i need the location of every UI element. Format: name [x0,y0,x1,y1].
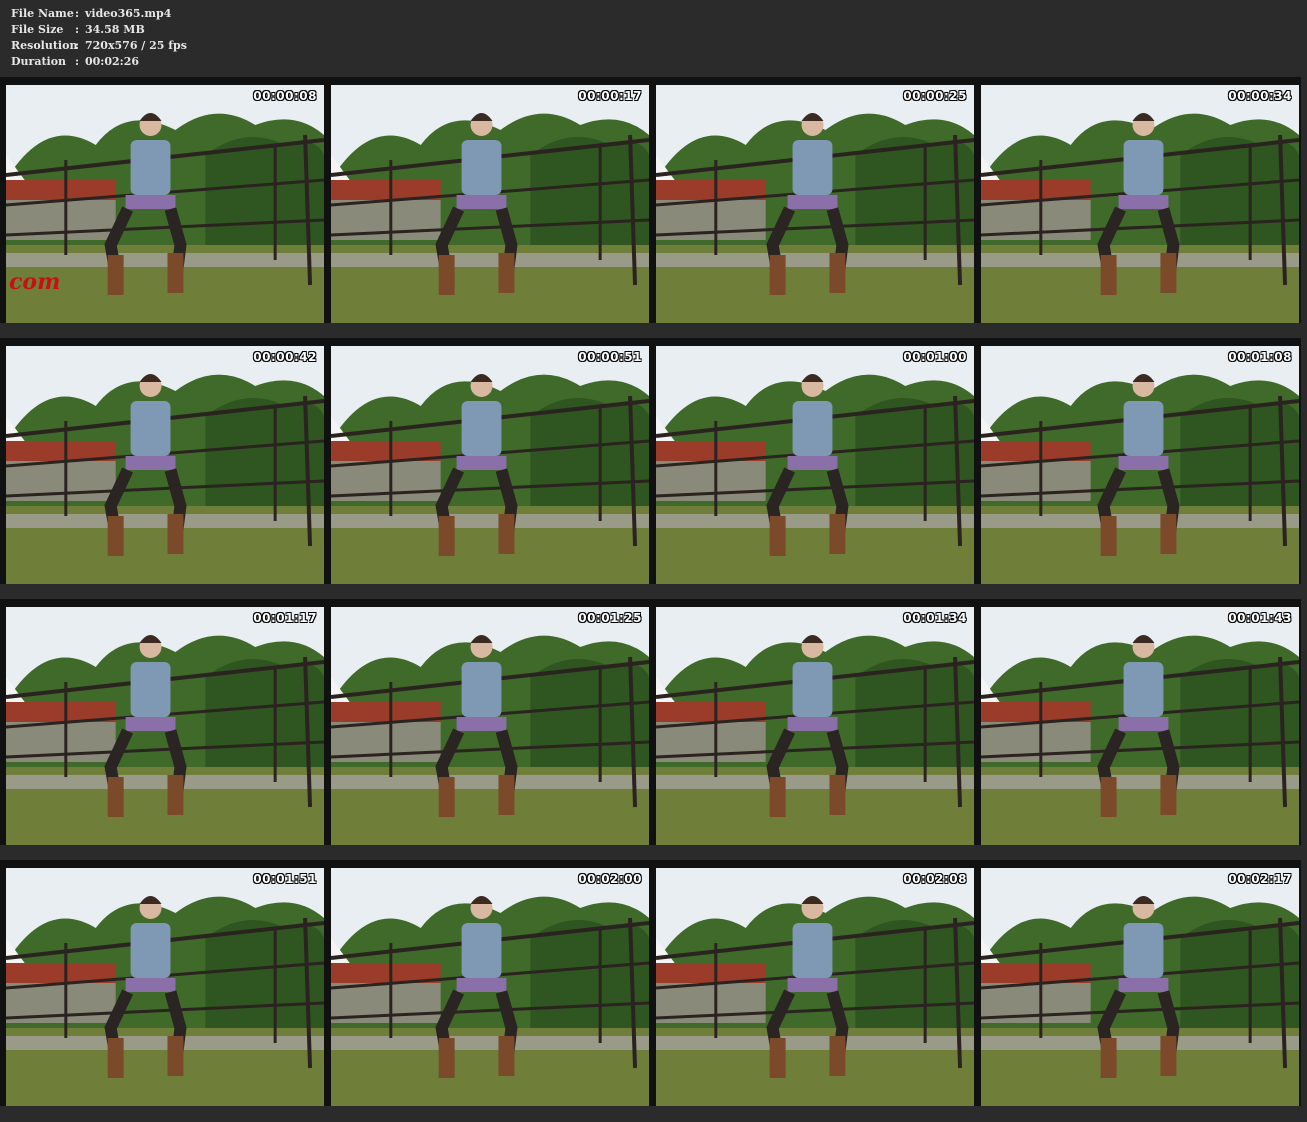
scene-image [656,346,974,584]
duration-label: Duration [11,55,67,68]
thumbnail-frame: 00:01:17 [6,607,325,845]
timestamp: 00:00:17 [578,89,642,103]
thumbnail-frame: 00:00:25 [656,85,975,323]
resolution-label: Resolution [11,39,78,52]
timestamp: 00:01:34 [903,611,967,625]
file-size-label: File Size [11,23,64,36]
scene-image [656,868,974,1106]
duration-value: 00:02:26 [85,55,140,68]
separator: : [75,7,80,20]
separator: : [75,55,80,68]
thumbnail-frame: 00:01:08 [981,346,1300,584]
scene-image [6,607,324,845]
thumbnail[interactable]: 00:01:08 [975,338,1301,584]
timestamp: 00:01:17 [253,611,317,625]
timestamp: 00:00:51 [578,350,642,364]
timestamp: 00:01:51 [253,872,317,886]
thumbnail[interactable]: 00:00:08 com [0,77,326,323]
scene-image [331,346,649,584]
thumbnail-frame: 00:01:51 [6,868,325,1106]
thumbnail-frame: 00:01:25 [331,607,650,845]
thumbnail-frame: 00:01:43 [981,607,1300,845]
resolution-row: Resolution : 720x576 / 25 fps [11,38,187,54]
scene-image [656,607,974,845]
timestamp: 00:01:00 [903,350,967,364]
scene-image [981,85,1299,323]
scene-image [331,868,649,1106]
scene-image [981,346,1299,584]
thumbnail[interactable]: 00:02:08 [650,860,976,1106]
scene-image [6,346,324,584]
thumbnail[interactable]: 00:01:17 [0,599,326,845]
scene-image [656,85,974,323]
thumbnail-frame: 00:02:17 [981,868,1300,1106]
file-info-header: File Name : video365.mp4 File Size : 34.… [11,6,187,70]
separator: : [75,23,80,36]
duration-row: Duration : 00:02:26 [11,54,187,70]
thumbnail-frame: 00:01:00 [656,346,975,584]
scene-image [331,607,649,845]
timestamp: 00:00:34 [1228,89,1292,103]
thumbnail[interactable]: 00:00:34 [975,77,1301,323]
thumbnail[interactable]: 00:01:43 [975,599,1301,845]
timestamp: 00:00:08 [253,89,317,103]
thumbnail-frame: 00:00:42 [6,346,325,584]
timestamp: 00:01:25 [578,611,642,625]
timestamp: 00:02:17 [1228,872,1292,886]
thumbnail-grid: 00:00:08 com 00:00:17 00:00:25 00:00:34 … [0,77,1307,1122]
thumbnail[interactable]: 00:00:17 [325,77,651,323]
thumbnail[interactable]: 00:01:25 [325,599,651,845]
scene-image [981,868,1299,1106]
file-size-row: File Size : 34.58 MB [11,22,187,38]
timestamp: 00:01:43 [1228,611,1292,625]
scene-image [331,85,649,323]
thumbnail[interactable]: 00:01:00 [650,338,976,584]
thumbnail-frame: 00:00:08 com [6,85,325,323]
thumbnail-frame: 00:01:34 [656,607,975,845]
watermark-text: com [9,269,61,295]
thumbnail[interactable]: 00:02:17 [975,860,1301,1106]
file-size-value: 34.58 MB [85,23,145,36]
scene-image [981,607,1299,845]
thumbnail-frame: 00:02:08 [656,868,975,1106]
thumbnail-frame: 00:02:00 [331,868,650,1106]
timestamp: 00:02:00 [578,872,642,886]
file-name-row: File Name : video365.mp4 [11,6,187,22]
thumbnail[interactable]: 00:00:42 [0,338,326,584]
timestamp: 00:01:08 [1228,350,1292,364]
separator: : [75,39,80,52]
thumbnail[interactable]: 00:01:34 [650,599,976,845]
thumbnail[interactable]: 00:00:51 [325,338,651,584]
thumbnail-frame: 00:00:17 [331,85,650,323]
thumbnail-frame: 00:00:34 [981,85,1300,323]
timestamp: 00:00:25 [903,89,967,103]
timestamp: 00:02:08 [903,872,967,886]
file-name-value: video365.mp4 [85,7,172,20]
thumbnail-frame: 00:00:51 [331,346,650,584]
scene-image [6,868,324,1106]
resolution-value: 720x576 / 25 fps [85,39,187,52]
timestamp: 00:00:42 [253,350,317,364]
thumbnail[interactable]: 00:01:51 [0,860,326,1106]
thumbnail[interactable]: 00:02:00 [325,860,651,1106]
file-name-label: File Name [11,7,74,20]
thumbnail[interactable]: 00:00:25 [650,77,976,323]
